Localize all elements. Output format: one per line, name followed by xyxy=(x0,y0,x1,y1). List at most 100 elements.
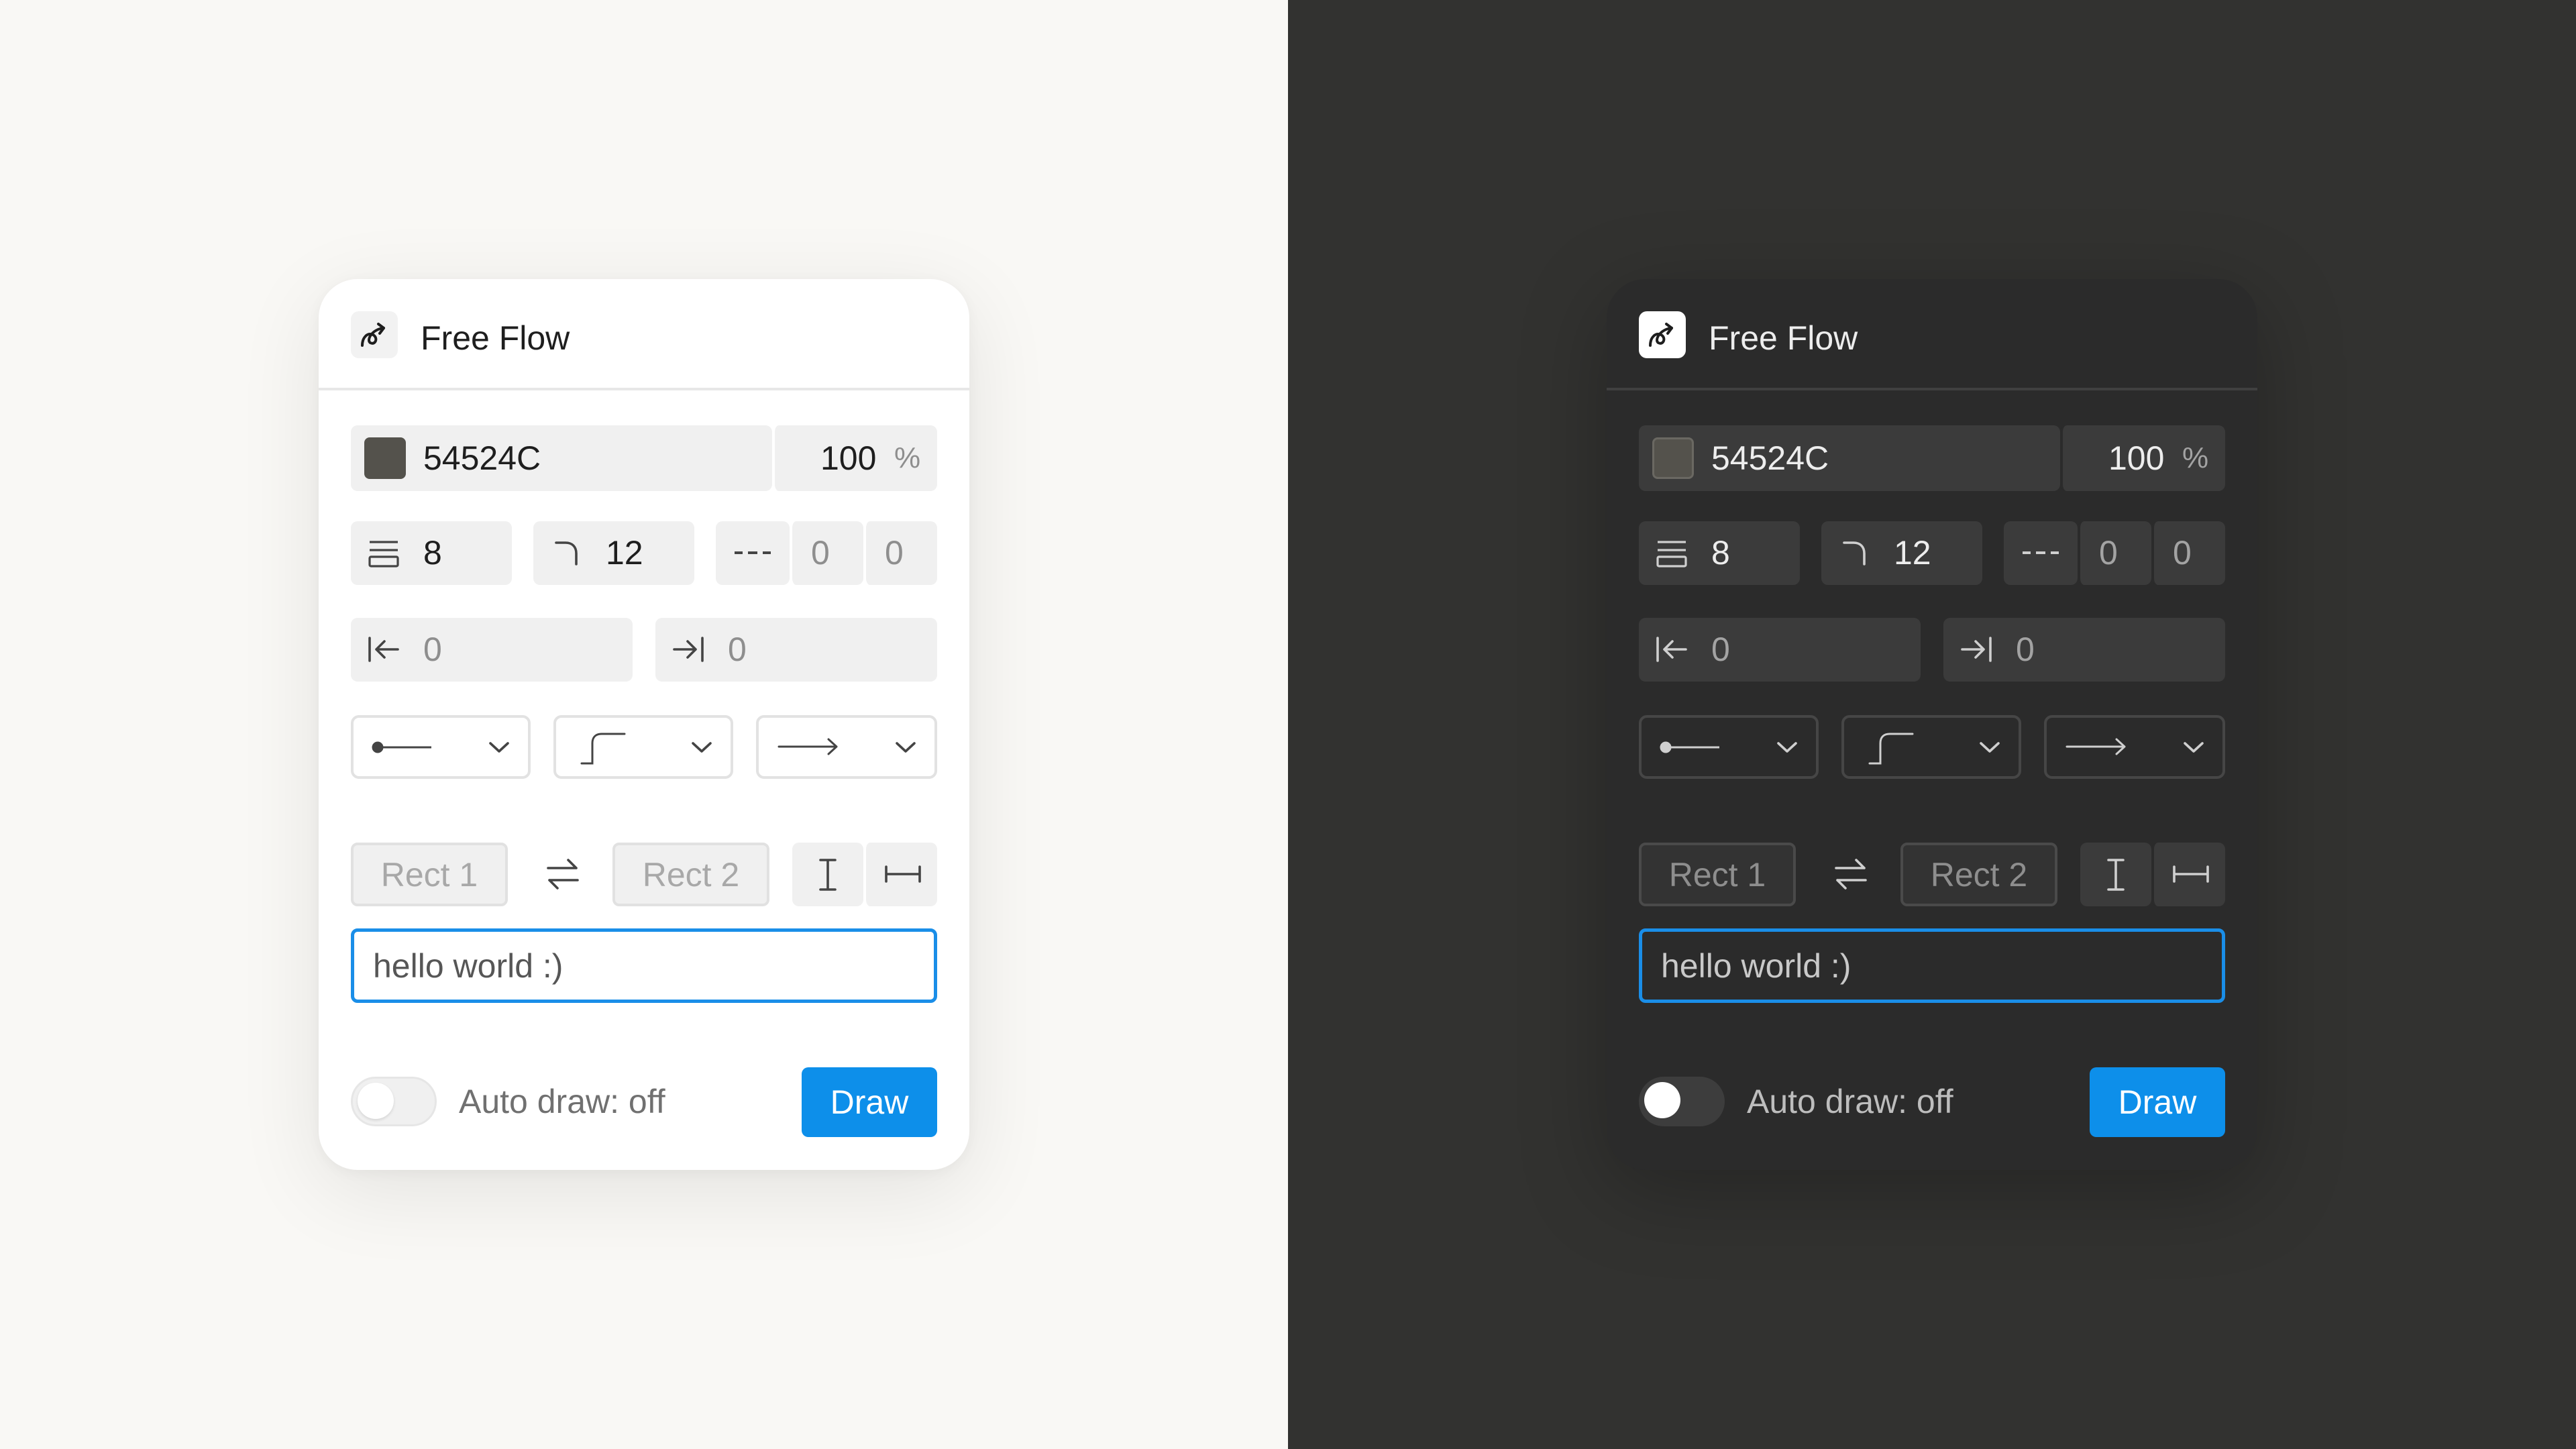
toggle-knob xyxy=(1644,1082,1680,1118)
step-curve-icon xyxy=(1867,731,1915,766)
dash-gap-value: 0 xyxy=(2173,534,2192,572)
horizontal-span-icon xyxy=(2171,864,2210,884)
corner-radius-value: 12 xyxy=(1894,534,1931,572)
color-swatch[interactable] xyxy=(1652,437,1694,479)
to-shape-button[interactable]: Rect 2 xyxy=(612,843,769,906)
panel-title: Free Flow xyxy=(421,319,570,357)
padding-end-value: 0 xyxy=(2016,631,2035,668)
auto-draw-toggle[interactable] xyxy=(1639,1077,1725,1126)
line-style-select[interactable] xyxy=(1841,715,2021,779)
color-hex-value: 54524C xyxy=(423,439,541,477)
color-hex-value: 54524C xyxy=(1711,439,1829,477)
corner-radius-value: 12 xyxy=(606,534,643,572)
stroke-width-field[interactable]: 8 xyxy=(1639,521,1800,585)
chevron-down-icon xyxy=(1776,739,1799,755)
light-theme-canvas: Free Flow 54524C 100 % 8 12 0 0 0 0 Rect… xyxy=(0,0,1288,1449)
auto-draw-label: Auto draw: off xyxy=(1747,1083,1953,1120)
padding-start-icon xyxy=(367,634,400,665)
padding-end-icon xyxy=(1960,634,1993,665)
dash-gap-field[interactable]: 0 xyxy=(863,521,937,585)
padding-start-icon xyxy=(1655,634,1688,665)
opacity-unit: % xyxy=(894,441,921,474)
color-swatch[interactable] xyxy=(364,437,406,479)
from-shape-button[interactable]: Rect 1 xyxy=(351,843,508,906)
panel-title: Free Flow xyxy=(1709,319,1858,357)
dot-line-icon xyxy=(1659,739,1721,755)
padding-end-field[interactable]: 0 xyxy=(1943,618,2225,682)
opacity-field[interactable]: 100 % xyxy=(772,425,937,491)
corner-radius-icon xyxy=(1840,537,1871,568)
opacity-value: 100 xyxy=(2108,439,2165,477)
panel-header: Free Flow xyxy=(319,279,969,390)
start-cap-select[interactable] xyxy=(1639,715,1819,779)
padding-start-field[interactable]: 0 xyxy=(1639,618,1921,682)
stroke-width-value: 8 xyxy=(1711,534,1730,572)
dash-length-value: 0 xyxy=(811,534,830,572)
dash-length-field[interactable]: 0 xyxy=(790,521,863,585)
vertical-align-button[interactable] xyxy=(2080,843,2151,906)
vertical-align-button[interactable] xyxy=(792,843,863,906)
dash-pattern-icon xyxy=(2021,545,2060,560)
panel-header: Free Flow xyxy=(1607,279,2257,390)
label-text-input[interactable]: hello world :) xyxy=(351,928,937,1003)
corner-radius-icon xyxy=(552,537,583,568)
dash-length-value: 0 xyxy=(2099,534,2118,572)
dark-theme-canvas: Free Flow 54524C 100 % 8 12 0 0 0 0 Rect… xyxy=(1288,0,2576,1449)
to-shape-button[interactable]: Rect 2 xyxy=(1900,843,2057,906)
swap-arrows-icon[interactable] xyxy=(1832,857,1870,891)
text-cursor-icon xyxy=(818,857,838,892)
freeflow-curve-arrow-icon xyxy=(351,311,398,358)
arrow-line-icon xyxy=(2064,737,2129,757)
stroke-width-icon xyxy=(1655,537,1688,570)
chevron-down-icon xyxy=(690,739,713,755)
corner-radius-field[interactable]: 12 xyxy=(1821,521,1982,585)
padding-end-value: 0 xyxy=(728,631,747,668)
dash-pattern-icon xyxy=(733,545,772,560)
chevron-down-icon xyxy=(2182,739,2205,755)
free-flow-panel: Free Flow 54524C 100 % 8 12 0 0 0 0 Rect… xyxy=(1607,279,2257,1170)
dot-line-icon xyxy=(371,739,433,755)
color-hex-field[interactable]: 54524C xyxy=(1639,425,2060,491)
chevron-down-icon xyxy=(1978,739,2001,755)
color-hex-field[interactable]: 54524C xyxy=(351,425,772,491)
opacity-unit: % xyxy=(2182,441,2209,474)
toggle-knob xyxy=(358,1083,394,1119)
label-text-input[interactable]: hello world :) xyxy=(1639,928,2225,1003)
swap-arrows-icon[interactable] xyxy=(544,857,582,891)
step-curve-icon xyxy=(579,731,627,766)
from-shape-button[interactable]: Rect 1 xyxy=(1639,843,1796,906)
line-style-select[interactable] xyxy=(553,715,733,779)
draw-button[interactable]: Draw xyxy=(2090,1067,2225,1137)
start-cap-select[interactable] xyxy=(351,715,531,779)
horizontal-align-button[interactable] xyxy=(2151,843,2225,906)
padding-end-icon xyxy=(672,634,705,665)
freeflow-curve-arrow-icon xyxy=(1639,311,1686,358)
dash-gap-field[interactable]: 0 xyxy=(2151,521,2225,585)
auto-draw-toggle[interactable] xyxy=(351,1077,437,1126)
padding-end-field[interactable]: 0 xyxy=(655,618,937,682)
free-flow-panel: Free Flow 54524C 100 % 8 12 0 0 0 0 Rect… xyxy=(319,279,969,1170)
dash-length-field[interactable]: 0 xyxy=(2078,521,2151,585)
opacity-value: 100 xyxy=(820,439,877,477)
dash-gap-value: 0 xyxy=(885,534,904,572)
draw-button[interactable]: Draw xyxy=(802,1067,937,1137)
horizontal-align-button[interactable] xyxy=(863,843,937,906)
end-cap-select[interactable] xyxy=(2044,715,2225,779)
chevron-down-icon xyxy=(488,739,511,755)
padding-start-value: 0 xyxy=(1711,631,1730,668)
opacity-field[interactable]: 100 % xyxy=(2060,425,2225,491)
chevron-down-icon xyxy=(894,739,917,755)
text-cursor-icon xyxy=(2106,857,2126,892)
arrow-line-icon xyxy=(776,737,841,757)
stroke-width-value: 8 xyxy=(423,534,442,572)
stroke-width-field[interactable]: 8 xyxy=(351,521,512,585)
horizontal-span-icon xyxy=(883,864,922,884)
end-cap-select[interactable] xyxy=(756,715,937,779)
auto-draw-label: Auto draw: off xyxy=(459,1083,665,1120)
dash-field[interactable] xyxy=(2004,521,2078,585)
padding-start-field[interactable]: 0 xyxy=(351,618,633,682)
padding-start-value: 0 xyxy=(423,631,442,668)
dash-field[interactable] xyxy=(716,521,790,585)
stroke-width-icon xyxy=(367,537,400,570)
corner-radius-field[interactable]: 12 xyxy=(533,521,694,585)
